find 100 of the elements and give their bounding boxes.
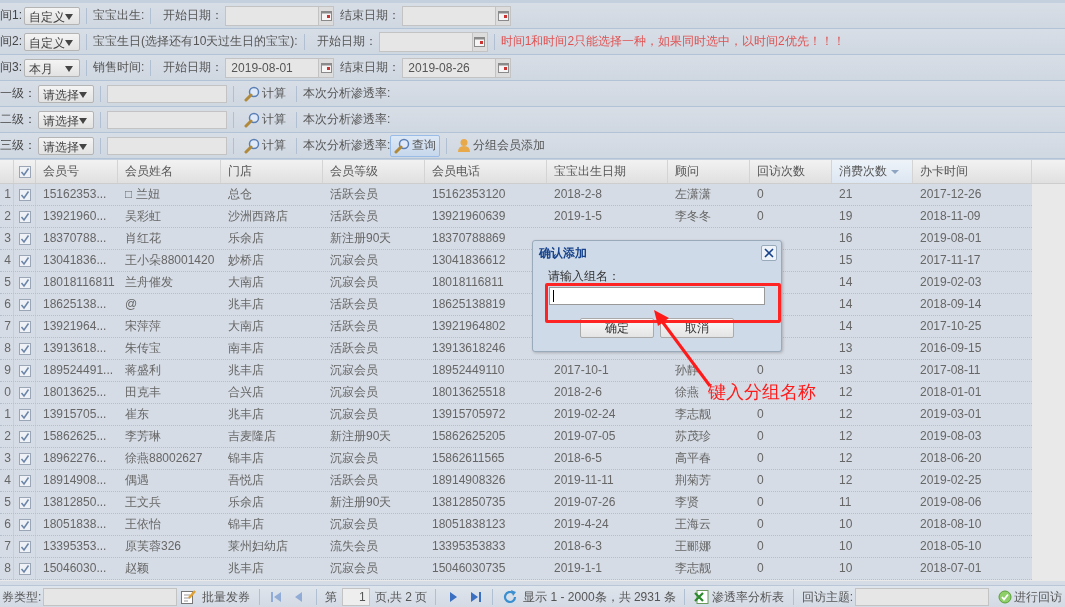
- calendar-button[interactable]: [319, 5, 335, 26]
- column-header[interactable]: 宝宝出生日期: [547, 160, 668, 183]
- table-cell: 189524491...: [43, 363, 114, 377]
- table-cell: 0: [757, 407, 764, 421]
- table-cell: 18625138...: [43, 297, 107, 311]
- calendar-button[interactable]: [496, 5, 512, 26]
- row-number: 1: [0, 404, 14, 425]
- calendar-icon: [497, 62, 509, 73]
- row-number: 5: [0, 492, 14, 513]
- checkbox[interactable]: [18, 210, 31, 223]
- dropdown[interactable]: 请选择: [38, 110, 94, 129]
- date-field[interactable]: 2019-08-01: [225, 57, 320, 78]
- input-field[interactable]: [107, 110, 227, 129]
- export-button[interactable]: 渗透率分析表: [690, 588, 787, 606]
- table-cell: 18914908326: [432, 473, 506, 487]
- table-cell: 朱传宝: [125, 341, 161, 355]
- table-cell: 沙洲西路店: [228, 209, 288, 223]
- table-cell: 徐燕: [675, 385, 699, 399]
- search-button[interactable]: 计算: [240, 108, 290, 131]
- dropdown[interactable]: 请选择: [38, 136, 94, 155]
- close-button[interactable]: [761, 245, 777, 261]
- calendar-button[interactable]: [319, 57, 335, 78]
- table-cell: 15162353120: [432, 187, 506, 201]
- checkbox[interactable]: [18, 342, 31, 355]
- table-cell: 2019-02-24: [554, 407, 616, 421]
- search-button[interactable]: 查询: [390, 134, 441, 157]
- checkbox[interactable]: [18, 386, 31, 399]
- table-cell: 12: [839, 385, 853, 399]
- page-field[interactable]: 1: [342, 588, 370, 606]
- table-cell: 13921960639: [432, 209, 506, 223]
- edit-icon[interactable]: [180, 589, 197, 605]
- issue-button[interactable]: 批量发券: [199, 588, 254, 606]
- row-number: 0: [0, 382, 14, 403]
- checkbox[interactable]: [18, 276, 31, 289]
- column-header[interactable]: 门店: [221, 160, 323, 183]
- table-cell: 13395353833: [432, 539, 506, 553]
- column-header[interactable]: 消费次数: [832, 160, 913, 183]
- input-field[interactable]: [107, 84, 227, 103]
- table-cell: 2019-11-11: [554, 473, 614, 487]
- input-field[interactable]: [43, 588, 178, 606]
- search-button[interactable]: 计算: [240, 82, 290, 105]
- column-header[interactable]: 会员号: [36, 160, 118, 183]
- table-cell: 14: [839, 297, 853, 311]
- table-cell: 13921960...: [43, 209, 107, 223]
- table-cell: 18952449110: [432, 363, 505, 377]
- date-field[interactable]: [225, 5, 320, 26]
- search-button[interactable]: 计算: [240, 134, 290, 157]
- checkbox[interactable]: [18, 430, 31, 443]
- table-cell: 13921964...: [43, 319, 107, 333]
- checkbox[interactable]: [18, 165, 31, 178]
- table-cell: 15046030...: [43, 561, 107, 575]
- checkbox[interactable]: [18, 364, 31, 377]
- date-field[interactable]: [378, 31, 473, 52]
- column-header[interactable]: 会员等级: [323, 160, 425, 183]
- input-field[interactable]: [855, 588, 989, 606]
- input-field[interactable]: [549, 287, 765, 305]
- table-cell: 沉寂会员: [330, 253, 378, 267]
- dropdown[interactable]: 自定义: [24, 32, 80, 51]
- checkbox[interactable]: [18, 562, 31, 575]
- caret-icon: [65, 39, 73, 46]
- checkbox[interactable]: [18, 408, 31, 421]
- checkbox[interactable]: [18, 254, 31, 267]
- column-header[interactable]: 顾问: [668, 160, 750, 183]
- caret-icon: [65, 65, 73, 72]
- table-cell: 18962276...: [43, 451, 107, 465]
- table-cell: 2019-02-03: [920, 275, 982, 289]
- table-cell: 15862625...: [43, 429, 107, 443]
- dropdown[interactable]: 请选择: [38, 84, 94, 103]
- caret-icon: [79, 117, 87, 124]
- checkbox[interactable]: [18, 452, 31, 465]
- refresh-icon[interactable]: [502, 589, 519, 605]
- table-cell: 13: [839, 363, 853, 377]
- add-button[interactable]: 分组会员添加: [453, 134, 550, 157]
- date-field[interactable]: [402, 5, 497, 26]
- dropdown[interactable]: 本月: [24, 58, 80, 77]
- checkbox[interactable]: [18, 540, 31, 553]
- checkbox[interactable]: [18, 496, 31, 509]
- table-cell: 10: [839, 561, 853, 575]
- table-cell: 活跃会员: [330, 319, 378, 333]
- table-cell: 2019-1-5: [554, 209, 603, 223]
- checkbox[interactable]: [18, 232, 31, 245]
- table-cell: 0: [757, 495, 764, 509]
- table-cell: 2019-07-05: [554, 429, 616, 443]
- column-header[interactable]: 会员电话: [425, 160, 547, 183]
- date-field[interactable]: 2019-08-26: [402, 57, 497, 78]
- visit-button[interactable]: 进行回访: [995, 588, 1065, 606]
- table-cell: 崔东: [125, 407, 149, 421]
- dropdown[interactable]: 自定义: [24, 6, 80, 25]
- table-cell: 李冬冬: [675, 209, 711, 223]
- checkbox[interactable]: [18, 474, 31, 487]
- checkbox[interactable]: [18, 320, 31, 333]
- checkbox[interactable]: [18, 518, 31, 531]
- sort-arrow-icon: [891, 169, 899, 174]
- checkbox[interactable]: [18, 298, 31, 311]
- table-cell: 2018-06-20: [920, 451, 982, 465]
- input-field[interactable]: [107, 136, 227, 155]
- calendar-button[interactable]: [496, 57, 512, 78]
- column-header[interactable]: 会员姓名: [118, 160, 221, 183]
- column-header[interactable]: 办卡时间: [913, 160, 1032, 183]
- checkbox[interactable]: [18, 188, 31, 201]
